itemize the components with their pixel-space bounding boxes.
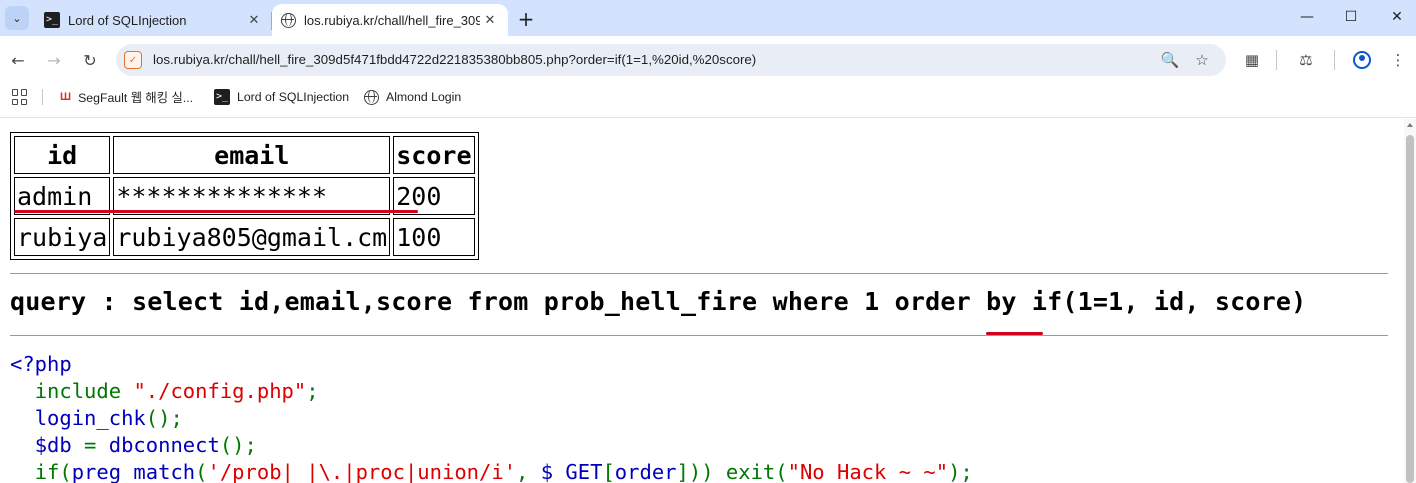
tab-title: Lord of SQLInjection [68,12,187,28]
result-table: id email score admin ************** 200 … [10,132,479,260]
tab-hell-fire[interactable]: los.rubiya.kr/chall/hell_fire_309 ✕ [272,4,508,36]
code-function: login_chk [34,406,146,430]
scrollbar-thumb[interactable] [1406,135,1414,483]
code-variable: $_GET [540,460,603,483]
apps-button[interactable] [12,84,28,110]
close-icon[interactable]: ✕ [244,10,264,30]
code-include-keyword: include [34,379,122,403]
code-punct: , [516,460,541,483]
new-tab-button[interactable]: + [514,7,538,31]
code-punct: ( [195,460,208,483]
toolbar-divider [1334,50,1335,70]
toolbar-divider [1276,50,1277,70]
globe-icon [280,12,296,28]
bookmark-lord-of-sqlinjection[interactable]: >_ Lord of SQLInjection [214,84,349,110]
bookmark-almond-login[interactable]: Almond Login [364,84,461,110]
apps-grid-icon [12,89,28,105]
profile-icon[interactable] [1350,48,1374,72]
code-function: dbconnect [108,433,220,457]
chevron-down-icon: ⌄ [12,11,22,25]
horizontal-rule [10,273,1388,274]
cell-score: 100 [393,218,475,256]
site-info-icon[interactable]: ✓ [124,51,142,69]
code-string: "./config.php" [133,379,307,403]
close-window-button[interactable]: ✕ [1374,0,1416,34]
code-punct: )) [688,460,726,483]
php-open-tag: <?php [10,352,72,376]
bookmarks-divider [42,89,43,105]
code-string: '/prob|_|\.|proc|union/i' [207,460,517,483]
labs-flask-icon[interactable]: ⚖ [1294,48,1318,72]
code-operator: = [71,433,109,457]
terminal-icon: >_ [214,89,230,105]
code-punct: (); [145,406,183,430]
zoom-icon[interactable]: 🔍 [1158,48,1182,72]
column-header-id: id [14,136,111,174]
code-if-keyword: if( [34,460,72,483]
code-variable: $db [34,433,72,457]
bookmark-star-icon[interactable]: ☆ [1190,48,1214,72]
table-header-row: id email score [14,136,475,174]
query-text: query : select id,email,score from prob_… [10,287,1307,316]
tab-title: los.rubiya.kr/chall/hell_fire_309 [304,12,480,28]
cell-email: rubiya805@gmail.cm [113,218,391,256]
terminal-icon: >_ [44,12,60,28]
address-bar[interactable]: ✓ los.rubiya.kr/chall/hell_fire_309d5f47… [116,44,1226,76]
code-punct: [ [602,460,615,483]
code-punct: ( [775,460,788,483]
page-content: id email score admin ************** 200 … [0,119,1404,483]
table-row: rubiya rubiya805@gmail.cm 100 [14,218,475,256]
minimize-button[interactable]: — [1284,0,1330,34]
code-exit-keyword: exit [725,460,776,483]
browser-toolbar: ← → ↻ ✓ los.rubiya.kr/chall/hell_fire_30… [0,36,1416,84]
code-function: preg_match [71,460,196,483]
tab-strip: ⌄ >_ Lord of SQLInjection ✕ los.rubiya.k… [0,0,1416,36]
code-string: "No Hack ~_~" [787,460,949,483]
url-text[interactable]: los.rubiya.kr/chall/hell_fire_309d5f471f… [153,44,756,76]
column-header-score: score [393,136,475,174]
back-button[interactable]: ← [6,48,30,72]
code-punct: (); [219,433,257,457]
code-punct: ; [306,379,319,403]
bookmark-label: Almond Login [386,90,462,104]
maximize-button[interactable]: ☐ [1328,0,1374,34]
code-punct: ); [948,460,973,483]
globe-icon [364,89,379,105]
bookmark-label: Lord of SQLInjection [237,90,350,104]
php-source-code: <?php include "./config.php"; login_chk(… [10,351,973,483]
scroll-up-arrow-icon[interactable] [1407,123,1413,127]
code-constant: order [614,460,677,483]
reload-button[interactable]: ↻ [78,48,102,72]
horizontal-rule [10,335,1388,336]
column-header-email: email [113,136,391,174]
close-icon[interactable]: ✕ [480,10,500,30]
forward-button[interactable]: → [42,48,66,72]
bookmark-segfault[interactable]: Ш SegFault 웹 해킹 실... [60,84,193,110]
menu-kebab-icon[interactable]: ⋮ [1386,48,1410,72]
tab-lord-of-sqlinjection[interactable]: >_ Lord of SQLInjection ✕ [36,4,272,36]
tab-search-button[interactable]: ⌄ [5,6,29,30]
extensions-icon[interactable]: ▦ [1240,48,1264,72]
bookmark-label: SegFault 웹 해킹 실... [78,91,194,105]
admin-row-annotation-underline [14,210,418,213]
segfault-icon: Ш [60,91,72,103]
code-punct: ] [676,460,689,483]
bookmarks-bar: Ш SegFault 웹 해킹 실... >_ Lord of SQLInjec… [0,84,1416,118]
cell-id: rubiya [14,218,111,256]
